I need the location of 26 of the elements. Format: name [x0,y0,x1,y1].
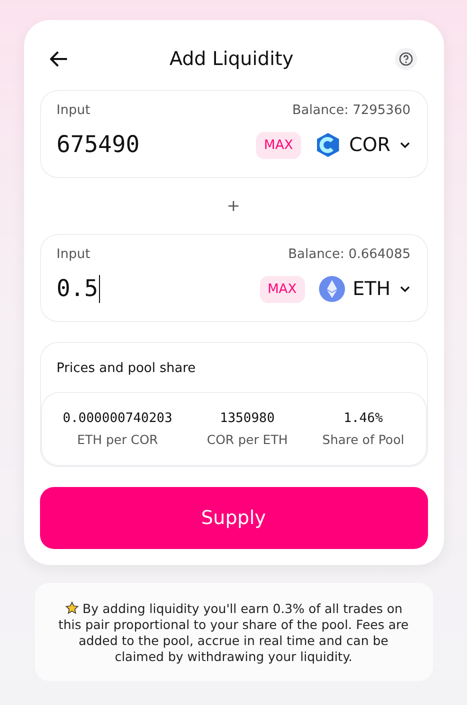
token-selector[interactable]: ETH [318,276,410,302]
token-selector[interactable]: COR [315,132,410,158]
balance-text: Balance: 0.664085 [288,247,410,262]
chevron-down-icon [398,285,410,293]
page-title: Add Liquidity [169,48,294,70]
back-arrow-icon[interactable] [50,51,68,67]
stat-label: COR per ETH [206,432,288,447]
input-label: Input [56,247,90,262]
ethereum-icon [318,276,345,302]
info-text: By adding liquidity you'll earn 0.3% of all trades on this pair proportional to your share of the pool. Fees are added to the pool, accrue in real time and can be claimed by withdrawing your liquidity. [57,601,410,665]
help-icon[interactable] [395,48,418,70]
stat-value: 1350980 [220,411,275,426]
input-label: Input [56,103,90,118]
star-icon [64,601,79,615]
section-title: Prices and pool share [56,360,197,378]
stat-value: 0.000000740203 [62,411,172,426]
amount-field[interactable]: 675490 [56,132,256,158]
supply-button[interactable]: Supply [40,487,428,549]
amount-field[interactable]: 0.5 [56,275,260,303]
stat-value: 1.46% [344,411,383,426]
chevron-down-icon [398,141,410,149]
stat-label: Share of Pool [322,432,404,447]
token-icon [315,132,342,158]
stat-label: ETH per COR [77,432,158,447]
balance-text: Balance: 7295360 [292,103,410,118]
plus-sign: + [226,196,240,215]
